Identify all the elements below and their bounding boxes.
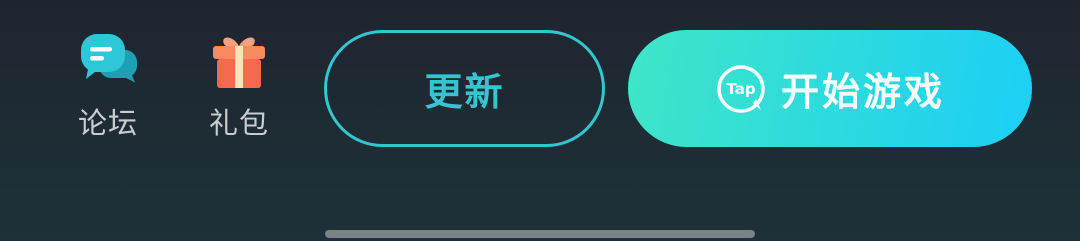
start-game-button[interactable]: Tap 开始游戏 (628, 30, 1032, 147)
update-button[interactable]: 更新 (324, 30, 605, 147)
forum-shortcut[interactable]: 论坛 (63, 30, 153, 145)
gift-label: 礼包 (208, 106, 269, 140)
start-game-label: 开始游戏 (780, 70, 945, 114)
taptap-logo-text: Tap (726, 80, 755, 98)
gift-box-icon (213, 37, 265, 88)
bottom-action-bar: 论坛 礼包 更新 Tap 开始游戏 (0, 0, 1080, 241)
home-indicator[interactable] (325, 230, 755, 238)
taptap-logo-icon: Tap (717, 64, 765, 113)
update-button-label: 更新 (424, 70, 505, 114)
forum-label: 论坛 (77, 106, 138, 140)
chat-bubble-icon (80, 34, 137, 83)
gift-shortcut[interactable]: 礼包 (194, 30, 284, 145)
